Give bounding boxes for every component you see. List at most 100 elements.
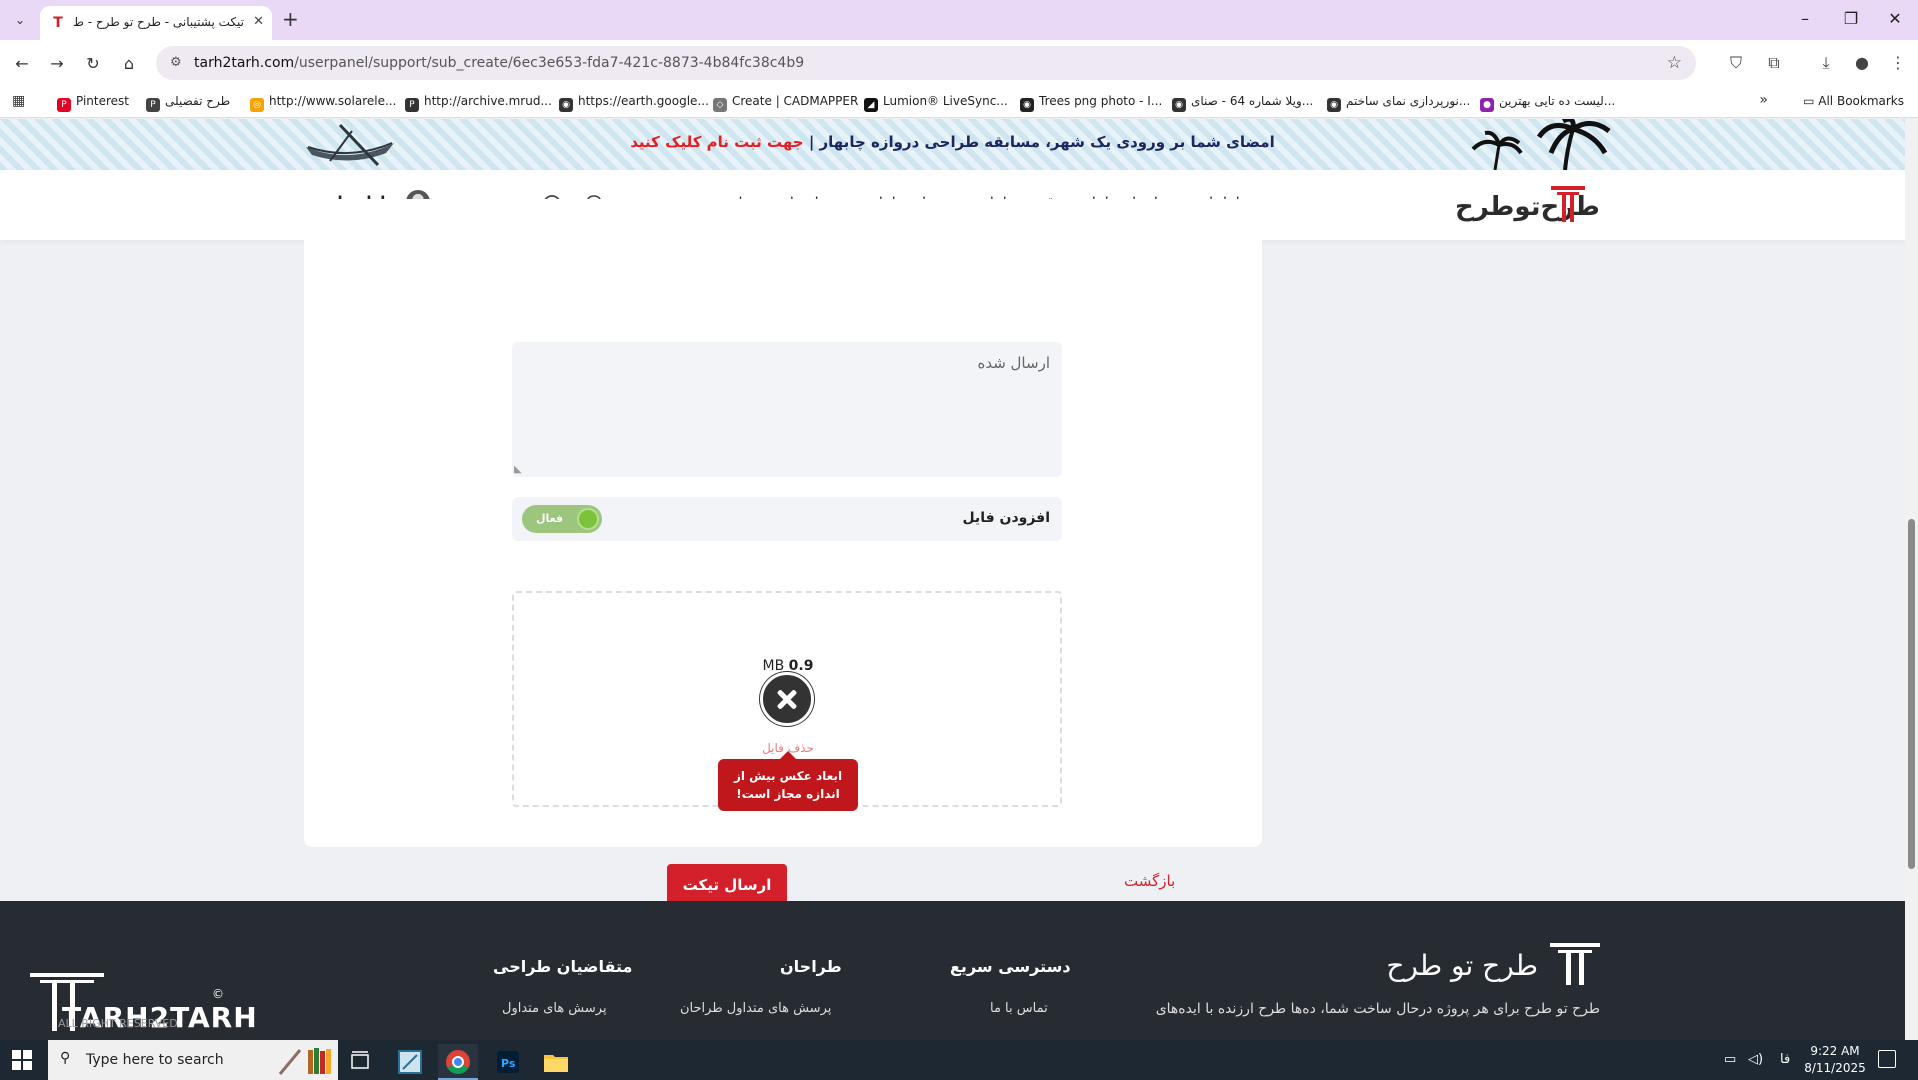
tab-title: تیکت پشتیبانی - طرح تو طرح - ط xyxy=(72,15,244,29)
file-explorer-icon[interactable] xyxy=(536,1044,576,1080)
search-highlight-illustration xyxy=(278,1048,331,1075)
restore-button[interactable]: ❐ xyxy=(1828,8,1874,30)
footer-description: طرح تو طرح برای هر پروژه درحال ساخت شما،… xyxy=(1155,1001,1600,1017)
bookmark-favicon-icon: ◢ xyxy=(864,98,878,112)
network-icon[interactable]: ▭ xyxy=(1724,1052,1736,1067)
site-favicon-icon: T xyxy=(53,15,63,31)
windows-taskbar: ⚲ Type here to search Ps ▭ ◁) فا 9:22 AM… xyxy=(0,1040,1918,1080)
add-file-row: افزودن فایل فعال xyxy=(512,497,1062,541)
bookmark-item[interactable]: P طرح تفضیلی xyxy=(146,94,230,112)
bookmark-label: Create | CADMAPPER xyxy=(732,94,859,108)
taskbar-clock[interactable]: 9:22 AM 8/11/2025 xyxy=(1800,1043,1870,1077)
home-icon[interactable]: ⌂ xyxy=(117,52,141,76)
promo-cta-link[interactable]: جهت ثبت نام کلیک کنید xyxy=(630,133,803,151)
bookmark-label: http://www.solarele... xyxy=(269,94,397,108)
footer-logo[interactable]: طرح تو طرح xyxy=(1386,941,1600,985)
bookmark-label: https://earth.google... xyxy=(578,94,709,108)
bookmark-label: نورپردازی نمای ساختم... xyxy=(1346,94,1471,108)
bookmark-favicon-icon: ◉ xyxy=(1020,98,1034,112)
autocad-app-icon[interactable] xyxy=(390,1044,430,1080)
bookmark-label: Pinterest xyxy=(76,94,130,108)
reload-icon[interactable]: ↻ xyxy=(81,52,105,76)
input-language[interactable]: فا xyxy=(1780,1052,1790,1067)
windows-start-icon[interactable] xyxy=(12,1050,32,1070)
footer-designers-faq-link[interactable]: پرسش های متداول طراحان xyxy=(680,1001,831,1016)
back-link[interactable]: بازگشت xyxy=(1124,872,1175,890)
bookmark-item[interactable]: P Pinterest xyxy=(57,94,129,112)
bookmark-label: http://archive.mrud... xyxy=(424,94,552,108)
promo-banner[interactable]: امضای شما بر ورودی یک شهر، مسابقه طراحی … xyxy=(0,119,1905,170)
address-url: tarh2tarh.com/userpanel/support/sub_crea… xyxy=(194,55,805,71)
file-preview: MB 0.9 ...d...pg حذف فایل xyxy=(728,648,848,758)
bookmark-item[interactable]: ◎ http://www.solarele... xyxy=(250,94,396,112)
notification-center-icon[interactable] xyxy=(1878,1050,1896,1068)
close-window-button[interactable]: ✕ xyxy=(1872,8,1918,30)
footer-faq-link[interactable]: پرسش های متداول xyxy=(502,1001,607,1016)
browser-tab-active[interactable]: T تیکت پشتیبانی - طرح تو طرح - ط ✕ xyxy=(40,6,272,40)
download-icon[interactable]: ⤓ xyxy=(1814,52,1838,74)
scrollbar-thumb[interactable] xyxy=(1908,519,1915,869)
bookmark-star-icon[interactable]: ☆ xyxy=(1667,53,1682,73)
volume-icon[interactable]: ◁) xyxy=(1748,1052,1763,1067)
footer-contact-link[interactable]: تماس با ما xyxy=(990,1001,1048,1016)
logo-t-icon xyxy=(1551,186,1585,222)
bookmark-item[interactable]: ◉ ویلا شماره 64 - صنای... xyxy=(1172,94,1313,112)
chrome-app-icon[interactable] xyxy=(438,1044,478,1080)
error-tooltip: ابعاد عکس بیش از اندازه مجاز است! xyxy=(718,751,858,811)
palm-trees-illustration xyxy=(1471,119,1611,170)
all-bookmarks[interactable]: ▭ All Bookmarks xyxy=(1803,94,1904,108)
bookmark-favicon-icon: ◇ xyxy=(713,98,727,112)
task-view-icon[interactable] xyxy=(340,1044,380,1080)
back-icon[interactable]: ← xyxy=(10,52,34,76)
site-info-icon[interactable]: ⚙ xyxy=(170,55,182,70)
bookmark-item[interactable]: ● لیست ده تایی بهترین... xyxy=(1480,94,1615,112)
tab-search-button[interactable]: ⌄ xyxy=(8,8,32,32)
resize-handle-icon[interactable]: ◣ xyxy=(514,464,522,475)
bookmark-label: ویلا شماره 64 - صنای... xyxy=(1191,94,1314,108)
bookmark-favicon-icon: ◉ xyxy=(559,98,573,112)
rights-text: ALL RIGHT RESERVED xyxy=(58,1017,178,1030)
minimize-button[interactable]: – xyxy=(1782,8,1828,30)
bookmark-favicon-icon: ◎ xyxy=(250,98,264,112)
address-bar[interactable]: ⚙ tarh2tarh.com/userpanel/support/sub_cr… xyxy=(156,46,1696,80)
extensions-icon[interactable]: ⧉ xyxy=(1762,52,1786,74)
bookmark-label: Lumion® LiveSync... xyxy=(883,94,1008,108)
forward-icon[interactable]: → xyxy=(45,52,69,76)
taskbar-search-box[interactable]: ⚲ Type here to search xyxy=(48,1040,338,1080)
footer-logo-t-icon xyxy=(1550,943,1600,985)
tab-close-icon[interactable]: ✕ xyxy=(253,14,264,30)
bookmark-item[interactable]: ◉ https://earth.google... xyxy=(559,94,709,112)
bookmark-item[interactable]: ◉ نورپردازی نمای ساختم... xyxy=(1327,94,1470,112)
copyright-symbol: © xyxy=(212,987,224,1001)
bookmark-label: لیست ده تایی بهترین... xyxy=(1499,94,1616,108)
photoshop-app-icon[interactable]: Ps xyxy=(488,1044,528,1080)
footer-applicants-title: متقاضیان طراحی xyxy=(493,957,633,976)
footer-designers-title: طراحان xyxy=(780,957,842,976)
site-footer: طرح تو طرح طرح تو طرح برای هر پروژه درحا… xyxy=(0,901,1905,1040)
profile-avatar-icon[interactable]: ● xyxy=(1850,52,1874,74)
bookmark-favicon-icon: P xyxy=(405,98,419,112)
page-scrollbar[interactable] xyxy=(1905,119,1918,1040)
apps-grid-icon[interactable]: ▦ xyxy=(12,93,25,109)
bookmark-item[interactable]: Phttp://archive.mrud... xyxy=(405,94,552,112)
site-logo[interactable]: طرح‌توطرح xyxy=(1455,186,1600,226)
bookmark-item[interactable]: ◉ Trees png photo - I... xyxy=(1020,94,1162,112)
bookmark-item[interactable]: ◇ Create | CADMAPPER xyxy=(713,94,858,112)
bookmark-label: Trees png photo - I... xyxy=(1039,94,1163,108)
bookmark-item[interactable]: ◢ Lumion® LiveSync... xyxy=(864,94,1008,112)
shield-extension-icon[interactable]: ⛉ xyxy=(1724,52,1748,74)
promo-text: امضای شما بر ورودی یک شهر، مسابقه طراحی … xyxy=(630,133,1275,151)
file-dropzone[interactable]: MB 0.9 ...d...pg حذف فایل ابعاد عکس بیش … xyxy=(512,591,1062,811)
submit-ticket-button[interactable]: ارسال تیکت xyxy=(667,864,787,906)
more-bookmarks-icon[interactable]: » xyxy=(1759,92,1768,108)
svg-text:Ps: Ps xyxy=(501,1057,516,1070)
bookmark-favicon-icon: P xyxy=(57,98,71,112)
search-icon: ⚲ xyxy=(60,1050,71,1066)
add-file-toggle[interactable]: فعال xyxy=(522,505,602,533)
more-menu-icon[interactable]: ⋮ xyxy=(1886,52,1910,74)
error-x-icon xyxy=(760,672,814,726)
message-textarea[interactable]: ارسال شده ◣ xyxy=(512,342,1062,477)
new-tab-button[interactable]: + xyxy=(282,8,299,30)
bookmark-label: طرح تفضیلی xyxy=(165,94,231,108)
bookmark-favicon-icon: ● xyxy=(1480,98,1494,112)
